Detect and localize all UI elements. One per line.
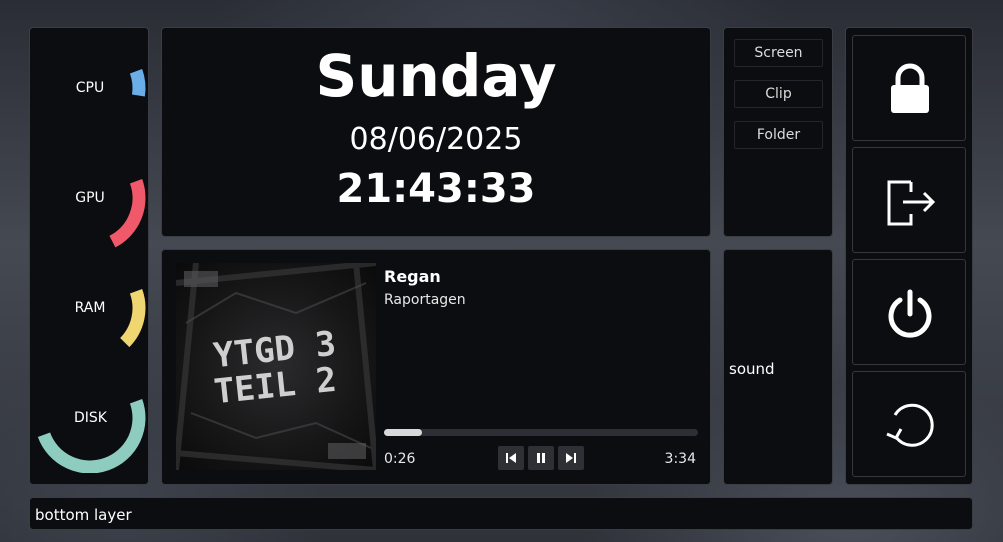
disk-label: DISK: [74, 410, 107, 426]
progress-bar[interactable]: [384, 429, 698, 436]
date-label: 08/06/2025: [349, 122, 523, 157]
screen-button[interactable]: Screen: [734, 39, 823, 67]
shortcuts-panel: Screen Clip Folder: [723, 27, 833, 237]
logout-button[interactable]: [852, 147, 966, 253]
next-icon: [566, 453, 576, 463]
previous-button[interactable]: [498, 446, 524, 470]
power-button[interactable]: [852, 259, 966, 365]
lock-button[interactable]: [852, 35, 966, 141]
pause-icon: [537, 453, 545, 463]
bottom-layer-bar: bottom layer: [29, 497, 973, 530]
power-menu: [845, 27, 973, 485]
disk-meter: DISK: [30, 363, 150, 473]
media-player: YTGD 3 TEIL 2 Regan Raportagen 0:26 3:34: [161, 249, 711, 485]
gpu-meter: GPU: [30, 143, 150, 253]
sound-panel[interactable]: sound: [723, 249, 833, 485]
bottom-layer-label: bottom layer: [35, 506, 132, 524]
cpu-meter: CPU: [30, 33, 150, 143]
power-icon: [888, 289, 932, 338]
track-artist: Raportagen: [384, 292, 466, 308]
folder-button[interactable]: Folder: [734, 121, 823, 149]
time-label: 21:43:33: [336, 166, 536, 212]
logout-icon: [887, 180, 936, 226]
ram-meter: RAM: [30, 253, 150, 363]
album-art: YTGD 3 TEIL 2: [176, 263, 376, 470]
restart-button[interactable]: [852, 371, 966, 477]
position-time: 0:26: [384, 451, 416, 467]
progress-fill: [384, 429, 422, 436]
day-label: Sunday: [315, 42, 557, 110]
sound-label: sound: [729, 360, 775, 378]
album-art-graphic: YTGD 3 TEIL 2: [176, 263, 376, 470]
system-stats-sidebar: CPU GPU RAM DISK: [29, 27, 149, 485]
gpu-label: GPU: [75, 190, 105, 206]
track-title: Regan: [384, 267, 441, 286]
duration-time: 3:34: [664, 451, 696, 467]
restart-icon: [886, 403, 934, 447]
previous-icon: [506, 453, 516, 463]
lock-icon: [891, 63, 929, 113]
clock-panel: Sunday 08/06/2025 21:43:33: [161, 27, 711, 237]
ram-label: RAM: [74, 300, 106, 316]
cpu-label: CPU: [75, 80, 105, 96]
pause-button[interactable]: [528, 446, 554, 470]
clip-button[interactable]: Clip: [734, 80, 823, 108]
next-button[interactable]: [558, 446, 584, 470]
